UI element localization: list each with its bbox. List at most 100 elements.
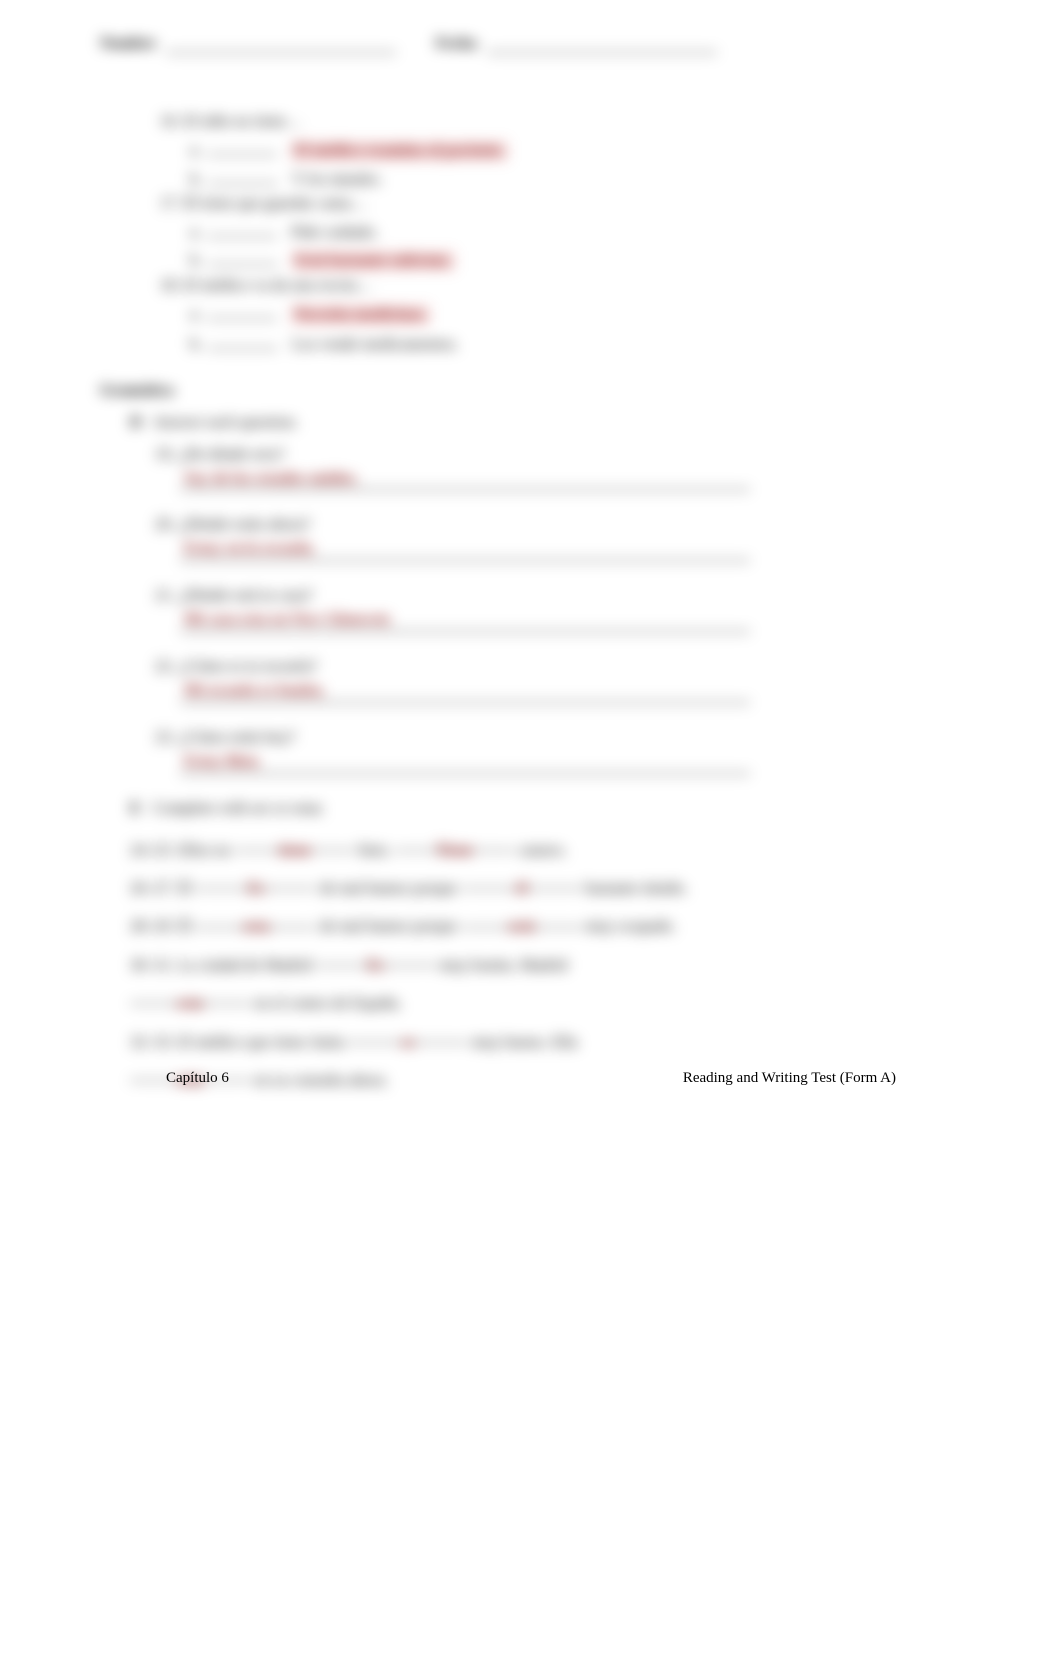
line-text: muy bonita. Madrid (440, 957, 568, 974)
part-instruction: Answer each question. (153, 414, 298, 431)
option-a: a. Necesita medicinas. (190, 301, 962, 325)
fill-blank[interactable]: esta (130, 985, 250, 1004)
item-17: 17. Él tiene que guardar cama… (160, 195, 962, 213)
student-answer: Mi escuela es bonita. (180, 682, 325, 700)
fill-blank[interactable]: Es (196, 870, 316, 889)
fill-blank[interactable]: es (348, 1024, 468, 1043)
date-label: Fecha (436, 35, 477, 53)
answer-blank[interactable] (207, 301, 277, 319)
line-text: bien. (359, 842, 395, 859)
q-number: 21. (155, 587, 175, 604)
fill-blank[interactable]: esta (196, 908, 316, 927)
part-label: D (130, 414, 142, 431)
question-22: 22. ¿Cómo es tu escuela? (155, 658, 962, 676)
answer-line-19[interactable]: Soy de los estados unidos. (180, 470, 750, 491)
fill-blank[interactable]: Tiene (394, 832, 514, 851)
line-32-33: 32–33. El médico que tiene Anita es muy … (130, 1024, 962, 1101)
line-text: muy bueno. Ella (472, 1034, 577, 1051)
q-text: ¿Cómo estás hoy? (179, 729, 295, 746)
option-text: Pide cuidado. (291, 224, 378, 242)
question-19: 19. ¿De dónde eres? (155, 446, 962, 464)
highlighted-answer: El médico examina al paciente. (291, 141, 508, 161)
line-26-27: 26–27. Él Es de mal humor porque él bast… (130, 870, 962, 908)
footer-right: Reading and Writing Test (Form A) (683, 1070, 896, 1087)
footer-right-a: Reading and Writing Test (683, 1070, 840, 1086)
name-blank[interactable] (166, 35, 396, 53)
option-b: b. Y los tamales. (190, 167, 962, 190)
line-text: de mal humor porque (320, 918, 461, 935)
part-e: E Complete with ser or estar. (130, 800, 962, 818)
question-23: 23. ¿Cómo estás hoy? (155, 729, 962, 747)
answer-blank[interactable] (208, 248, 278, 266)
answer-line-20[interactable]: Estoy en la escuela. (180, 540, 750, 561)
answer-blank[interactable] (208, 331, 278, 349)
q-number: 23. (155, 729, 175, 746)
line-text: bastante tímido. (586, 880, 688, 897)
option-text: Y los tamales. (292, 171, 383, 189)
item-prompt: El médico va da una receta… (184, 277, 373, 294)
option-a: a. El médico examina al paciente. (190, 137, 962, 161)
answer-blank[interactable] (207, 219, 277, 237)
q-text: ¿Dónde está tu casa? (179, 587, 313, 604)
answer-blank[interactable] (208, 167, 278, 185)
option-a: a. Pide cuidado. (190, 219, 962, 242)
option-letter: b. (190, 171, 202, 189)
option-text: Los vende medicamentos. (292, 336, 459, 354)
fill-blank[interactable]: él (462, 870, 582, 889)
option-letter: b. (190, 252, 202, 270)
student-answer: Estoy Bien. (180, 753, 261, 771)
option-letter: b. (190, 336, 202, 354)
header-row: Nombre Fecha (100, 35, 962, 53)
line-text: 30–31. La ciudad de Madrid (130, 957, 316, 974)
option-letter: a. (190, 306, 201, 324)
line-text: 28–29. Él (130, 918, 196, 935)
q-text: ¿De dónde eres? (179, 446, 285, 463)
page-footer: Capítulo 6 Reading and Writing Test (For… (166, 1070, 896, 1087)
part-d-questions: 19. ¿De dónde eres? Soy de los estados u… (100, 446, 962, 774)
line-text: en el centro de España. (254, 995, 402, 1012)
fill-blank[interactable]: está (462, 908, 582, 927)
item-18: 18. El médico va da una receta… (160, 277, 962, 295)
date-blank[interactable] (487, 35, 717, 53)
line-30-31: 30–31. La ciudad de Madrid Es muy bonita… (130, 947, 962, 1024)
line-text: de mal humor porque (320, 880, 461, 897)
item-number: 17. (160, 195, 180, 212)
item-prompt: El niño no tiene… (184, 113, 302, 130)
item-16: 16. El niño no tiene… (160, 113, 962, 131)
part-e-lines: 24–25. Ellos no tiene bien. Tiene catarr… (130, 832, 962, 1101)
question-20: 20. ¿Dónde estás ahora? (155, 516, 962, 534)
question-21: 21. ¿Dónde está tu casa? (155, 587, 962, 605)
line-text: catarro. (518, 842, 566, 859)
part-d: D Answer each question. (130, 414, 962, 432)
answer-line-22[interactable]: Mi escuela es bonita. (180, 682, 750, 703)
option-b: b. Los vende medicamentos. (190, 331, 962, 354)
line-text: muy ocupado. (586, 918, 677, 935)
student-answer: Soy de los estados unidos. (180, 470, 359, 488)
q-number: 19. (155, 446, 175, 463)
part-instruction: Complete with ser or estar. (153, 800, 325, 817)
q-text: ¿Dónde estás ahora? (179, 516, 311, 533)
line-text: 24–25. Ellos no (130, 842, 235, 859)
fill-blank[interactable]: tiene (235, 832, 355, 851)
answer-line-23[interactable]: Estoy Bien. (180, 753, 750, 774)
q-number: 22. (155, 658, 175, 675)
option-letter: a. (190, 142, 201, 160)
item-prompt: Él tiene que guardar cama… (184, 195, 367, 212)
q-number: 20. (155, 516, 175, 533)
footer-right-b: (Form A) (840, 1070, 896, 1086)
item-number: 18. (160, 277, 180, 294)
reading-items: 16. El niño no tiene… a. El médico exami… (160, 113, 962, 354)
q-text: ¿Cómo es tu escuela? (179, 658, 317, 675)
option-letter: a. (190, 224, 201, 242)
line-24-25: 24–25. Ellos no tiene bien. Tiene catarr… (130, 832, 962, 870)
gramatica-heading: Gramática (100, 382, 962, 400)
highlighted-answer: Está bastante enfermo. (292, 251, 455, 271)
line-text: 26–27. Él (130, 880, 196, 897)
part-label: E (130, 800, 141, 817)
name-label: Nombre (100, 35, 156, 53)
option-b: b. Está bastante enfermo. (190, 248, 962, 272)
answer-blank[interactable] (207, 137, 277, 155)
student-answer: Mi casa esta en New Glouwstr. (180, 611, 392, 629)
answer-line-21[interactable]: Mi casa esta en New Glouwstr. (180, 611, 750, 632)
fill-blank[interactable]: Es (316, 947, 436, 966)
